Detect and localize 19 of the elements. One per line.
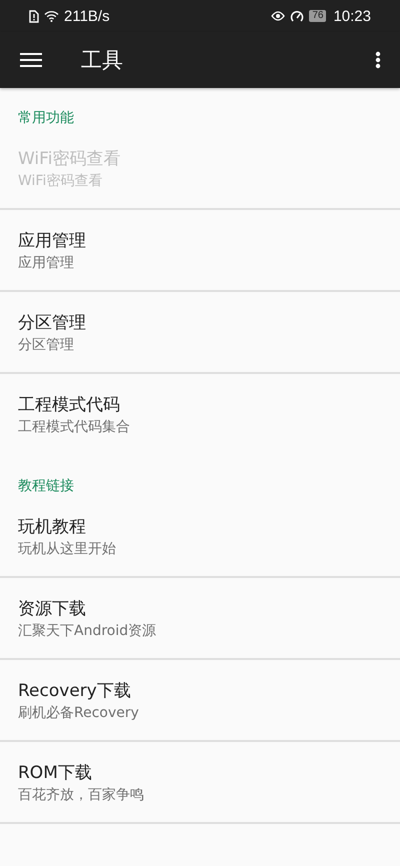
- wifi-icon: [44, 10, 59, 22]
- list-item[interactable]: 工程模式代码 工程模式代码集合: [0, 374, 400, 456]
- speedometer-icon: [290, 10, 304, 22]
- app-title: 工具: [81, 47, 124, 74]
- list-item[interactable]: Recovery下载 刷机必备Recovery: [0, 660, 400, 742]
- eye-icon: [271, 11, 286, 21]
- section-header: 教程链接: [18, 477, 74, 496]
- list-item[interactable]: 分区管理 分区管理: [0, 292, 400, 374]
- battery-icon: 76: [309, 10, 326, 22]
- network-speed: 211B/s: [64, 8, 110, 24]
- more-options-icon[interactable]: [375, 51, 381, 69]
- sim-card-icon: [29, 10, 39, 22]
- list-item[interactable]: 应用管理 应用管理: [0, 210, 400, 292]
- clock: 10:23: [333, 8, 371, 24]
- list-item[interactable]: 玩机教程 玩机从这里开始: [0, 496, 400, 578]
- section-header: 常用功能: [18, 109, 74, 128]
- list-item[interactable]: ROM下载 百花齐放，百家争鸣: [0, 742, 400, 824]
- list-item[interactable]: 资源下载 汇聚天下Android资源: [0, 578, 400, 660]
- menu-icon[interactable]: [20, 52, 42, 68]
